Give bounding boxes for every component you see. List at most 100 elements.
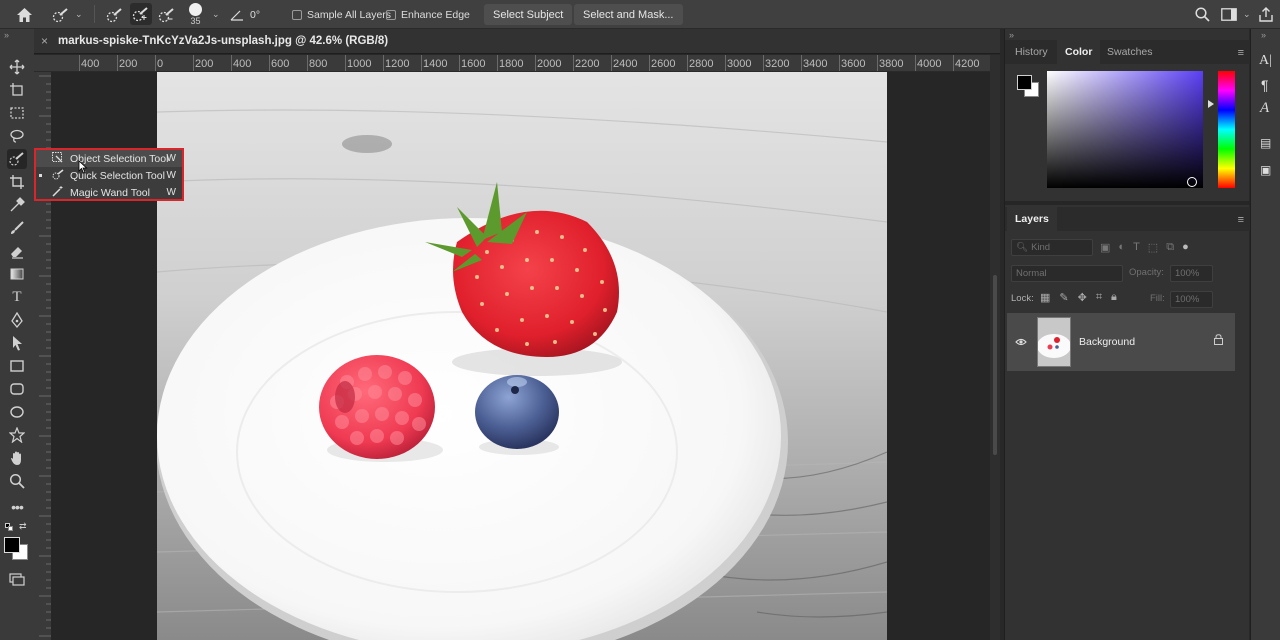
ruler-tick	[915, 55, 916, 71]
tool-preset-picker[interactable]: ⌄	[52, 0, 83, 29]
marquee-tool-icon[interactable]	[7, 103, 27, 123]
menu-item-quick-selection-tool[interactable]: Quick Selection Tool W	[36, 167, 182, 184]
lock-artboard-icon[interactable]: ⌗	[1096, 291, 1102, 304]
rounded-rectangle-tool-icon[interactable]	[7, 379, 27, 399]
lock-position-icon[interactable]: ✥	[1078, 291, 1087, 304]
paragraph-panel-icon[interactable]: ¶	[1261, 77, 1269, 93]
character-panel-icon[interactable]: A|	[1259, 53, 1272, 69]
type-filter-icon[interactable]: T	[1133, 241, 1140, 254]
opacity-label: Opacity:	[1129, 267, 1164, 278]
select-subject-button[interactable]: Select Subject	[484, 4, 573, 25]
lock-transparent-icon[interactable]: ▦	[1040, 291, 1050, 304]
chevron-down-icon[interactable]: ⌄	[212, 0, 220, 29]
default-colors-icon[interactable]	[5, 523, 13, 531]
glyphs-panel-icon[interactable]: A	[1260, 100, 1269, 117]
fill-field[interactable]: 100%	[1170, 291, 1213, 308]
divider	[94, 5, 95, 23]
angle-value[interactable]: 0°	[250, 0, 260, 29]
crop-tool-icon[interactable]	[7, 172, 27, 192]
foreground-color-swatch[interactable]	[1017, 75, 1032, 90]
canvas-area[interactable]	[51, 72, 990, 640]
panel-menu-icon[interactable]: ≡	[1238, 214, 1244, 226]
object-selection-tool-icon[interactable]	[7, 149, 27, 169]
tab-swatches[interactable]: Swatches	[1099, 40, 1161, 64]
scrollbar-thumb[interactable]	[993, 275, 997, 455]
share-icon[interactable]	[1259, 0, 1273, 29]
properties-panel-icon[interactable]: ▣	[1260, 163, 1271, 177]
smartobject-filter-icon[interactable]: ⧉	[1166, 241, 1174, 254]
sample-all-layers-checkbox[interactable]: Sample All Layers	[292, 0, 391, 29]
color-picker-field[interactable]	[1047, 71, 1203, 188]
current-tool-marker	[39, 174, 42, 177]
color-panel-tabs: History Color Swatches ≡	[1005, 40, 1250, 64]
tab-history[interactable]: History	[1007, 40, 1056, 64]
panel-menu-icon[interactable]: ≡	[1238, 47, 1244, 59]
more-tools-icon[interactable]: •••	[7, 497, 27, 517]
collapse-icon[interactable]: »	[4, 30, 9, 40]
rectangle-tool-icon[interactable]	[7, 356, 27, 376]
add-to-selection-icon[interactable]	[130, 3, 152, 25]
move-tool-icon[interactable]	[7, 57, 27, 77]
horizontal-ruler: 400 200 0 200 400 600 800 1000 1200 1400 1600 1800 2…	[34, 55, 990, 72]
layer-row-background[interactable]: Background	[1007, 313, 1235, 371]
eyedropper-tool-icon[interactable]	[7, 195, 27, 215]
path-selection-tool-icon[interactable]	[7, 333, 27, 353]
shape-filter-icon[interactable]: ⬚	[1148, 241, 1158, 254]
eye-visibility-icon[interactable]	[1015, 335, 1027, 349]
collapse-icon[interactable]: »	[1261, 30, 1266, 40]
lock-icon[interactable]	[1214, 334, 1223, 348]
home-icon[interactable]	[16, 0, 33, 29]
foreground-color-swatch[interactable]	[4, 537, 20, 553]
adjustment-filter-icon[interactable]: ◐	[1118, 241, 1125, 254]
artboard-tool-icon[interactable]	[7, 80, 27, 100]
type-tool-icon[interactable]: T	[7, 287, 27, 307]
layer-filter-select[interactable]: 🔍︎ Kind	[1011, 239, 1093, 256]
select-and-mask-button[interactable]: Select and Mask...	[574, 4, 683, 25]
new-selection-icon[interactable]	[106, 0, 124, 29]
document-image[interactable]	[157, 72, 887, 640]
object-selection-icon	[52, 151, 68, 166]
color-picker-cursor[interactable]	[1187, 177, 1197, 187]
hand-tool-icon[interactable]	[7, 448, 27, 468]
lasso-tool-icon[interactable]	[7, 126, 27, 146]
gradient-tool-icon[interactable]	[7, 264, 27, 284]
blend-mode-select[interactable]: Normal	[1011, 265, 1123, 282]
ruler-tick	[383, 55, 384, 71]
close-tab-icon[interactable]: ×	[41, 34, 48, 48]
menu-item-magic-wand-tool[interactable]: Magic Wand Tool W	[36, 184, 182, 201]
document-tab[interactable]: × markus-spiske-TnKcYzVa2Js-unsplash.jpg…	[34, 29, 1000, 54]
enhance-edge-checkbox[interactable]: Enhance Edge	[386, 0, 470, 29]
search-icon[interactable]	[1195, 0, 1210, 29]
filter-toggle-icon[interactable]: ●	[1182, 241, 1189, 254]
libraries-panel-icon[interactable]: ▤	[1260, 136, 1271, 150]
vertical-scrollbar[interactable]	[990, 55, 1000, 640]
subtract-from-selection-icon[interactable]	[158, 0, 176, 29]
zoom-tool-icon[interactable]	[7, 471, 27, 491]
workspace-icon[interactable]	[1221, 0, 1237, 29]
ruler-label: 200	[119, 58, 138, 70]
ruler-label: 800	[309, 58, 328, 70]
brush-size-value: 35	[190, 16, 201, 26]
hue-slider[interactable]	[1218, 71, 1235, 188]
pen-tool-icon[interactable]	[7, 310, 27, 330]
brush-tool-icon[interactable]	[7, 218, 27, 238]
pixel-filter-icon[interactable]: ▣	[1100, 241, 1110, 254]
lock-paint-icon[interactable]: ✎	[1059, 291, 1068, 304]
layer-name[interactable]: Background	[1079, 336, 1135, 348]
opacity-field[interactable]: 100%	[1170, 265, 1213, 282]
hue-slider-arrow[interactable]	[1208, 100, 1214, 108]
collapse-icon[interactable]: »	[1009, 30, 1014, 40]
screen-mode-icon[interactable]	[7, 569, 27, 589]
brush-size-picker[interactable]: 35	[189, 0, 202, 29]
custom-shape-tool-icon[interactable]	[7, 425, 27, 445]
photo-strawberry-plate	[157, 72, 887, 640]
tab-layers[interactable]: Layers	[1007, 207, 1057, 231]
chevron-down-icon[interactable]: ⌄	[1243, 0, 1251, 29]
swap-colors-icon[interactable]: ⇄	[19, 521, 27, 532]
menu-item-object-selection-tool[interactable]: Object Selection Tool W	[36, 150, 182, 167]
tab-color[interactable]: Color	[1057, 40, 1101, 64]
ellipse-tool-icon[interactable]	[7, 402, 27, 422]
ruler-tick	[497, 55, 498, 71]
lock-all-icon[interactable]: 🔒︎	[1111, 291, 1117, 304]
eraser-tool-icon[interactable]	[7, 241, 27, 261]
